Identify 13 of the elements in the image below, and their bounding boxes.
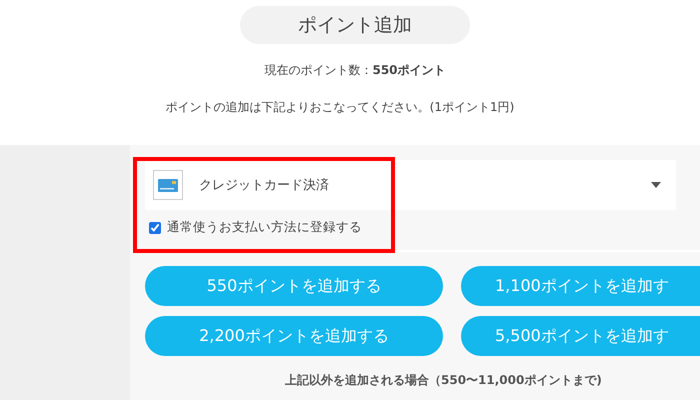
current-points-text: 現在のポイント数：550ポイント [264, 62, 446, 79]
credit-card-icon [153, 170, 183, 200]
add-points-button[interactable]: 5,500ポイントを追加す [461, 316, 700, 356]
page-title: ポイント追加 [240, 6, 470, 44]
add-points-button[interactable]: 1,100ポイントを追加す [461, 266, 700, 306]
caret-icon [651, 182, 661, 188]
payment-method-select[interactable]: クレジットカード決済 [145, 160, 676, 210]
add-points-button[interactable]: 550ポイントを追加する [145, 266, 443, 306]
register-default-checkbox[interactable] [149, 222, 161, 234]
add-points-button[interactable]: 2,200ポイントを追加する [145, 316, 443, 356]
checkbox-label[interactable]: 通常使うお支払い方法に登録する [167, 219, 362, 236]
instruction-text: ポイントの追加は下記よりおこなってください。(1ポイント1円) [166, 99, 514, 116]
other-amount-note: 上記以外を追加される場合（550〜11,000ポイントまで) [284, 372, 603, 389]
